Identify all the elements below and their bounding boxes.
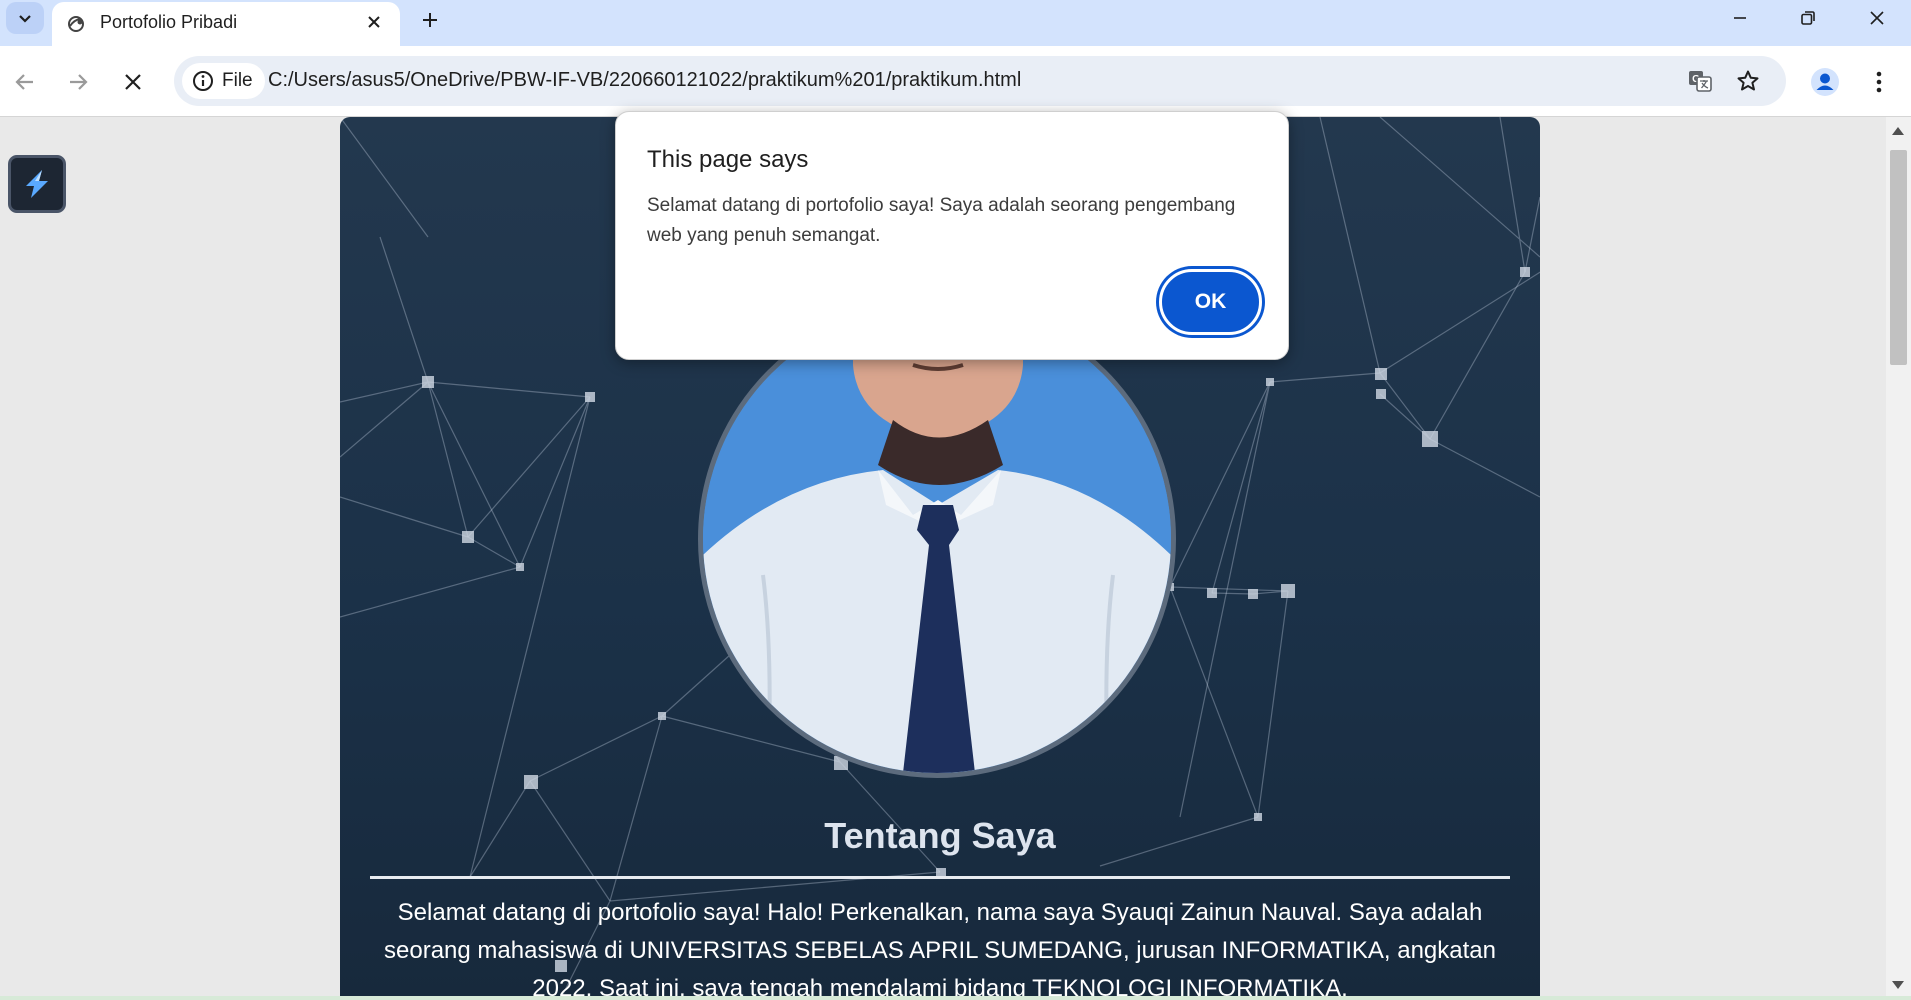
close-tab-button[interactable] [360, 8, 388, 36]
forward-arrow-icon [70, 74, 88, 90]
minimize-button[interactable] [1706, 0, 1774, 36]
kebab-menu-icon [1876, 71, 1882, 93]
bookmark-button[interactable] [1732, 65, 1764, 97]
restore-button[interactable] [1774, 0, 1842, 36]
close-window-button[interactable] [1843, 0, 1911, 36]
forward-button[interactable] [58, 62, 98, 102]
profile-photo [698, 300, 1176, 778]
extension-launcher-button[interactable] [8, 155, 66, 213]
section-divider [370, 876, 1510, 879]
scroll-down-arrow-icon[interactable] [1892, 981, 1904, 989]
browser-menu-button[interactable] [1859, 62, 1899, 102]
translate-button[interactable]: G [1684, 65, 1716, 97]
tab-strip: Portofolio Pribadi [0, 0, 1911, 46]
address-bar[interactable]: File C:/Users/asus5/OneDrive/PBW-IF-VB/2… [174, 56, 1786, 106]
stop-loading-button[interactable] [113, 62, 153, 102]
profile-button[interactable] [1805, 62, 1845, 102]
plus-icon [423, 13, 437, 27]
alert-dialog: This page says Selamat datang di portofo… [615, 111, 1289, 360]
scrollbar-thumb[interactable] [1890, 150, 1907, 365]
browser-toolbar: File C:/Users/asus5/OneDrive/PBW-IF-VB/2… [0, 46, 1911, 117]
stop-icon [125, 74, 141, 90]
star-icon [1737, 70, 1759, 91]
new-tab-button[interactable] [414, 4, 446, 36]
page-scrollbar[interactable] [1886, 117, 1911, 1000]
chevron-down-icon [19, 15, 31, 23]
tab-title: Portofolio Pribadi [100, 12, 238, 32]
site-info-chip[interactable]: File [182, 63, 265, 99]
lightning-logo-icon [26, 170, 48, 198]
translate-icon: G [1689, 71, 1712, 92]
back-arrow-icon [15, 74, 33, 90]
back-button[interactable] [5, 62, 45, 102]
ok-button[interactable]: OK [1159, 269, 1262, 335]
scroll-up-arrow-icon[interactable] [1892, 127, 1904, 135]
minimize-icon [1734, 17, 1746, 19]
profile-icon [1811, 68, 1839, 96]
loading-indicator [0, 996, 1911, 1000]
close-icon [368, 16, 380, 28]
restore-icon [1801, 11, 1815, 25]
close-icon [1870, 11, 1884, 25]
dialog-message: Selamat datang di portofolio saya! Saya … [647, 195, 1236, 246]
globe-icon [68, 16, 84, 32]
dialog-title: This page says [647, 146, 809, 173]
portrait-illustration [703, 305, 1171, 773]
info-icon [193, 71, 213, 91]
url-text[interactable]: C:/Users/asus5/OneDrive/PBW-IF-VB/220660… [268, 69, 1021, 92]
section-title: Tentang Saya [824, 815, 1056, 856]
site-info-label: File [222, 70, 253, 91]
tab-search-button[interactable] [6, 2, 44, 34]
tab-active[interactable]: Portofolio Pribadi [52, 2, 400, 46]
about-text: Selamat datang di portofolio saya! Halo!… [384, 899, 1496, 1000]
